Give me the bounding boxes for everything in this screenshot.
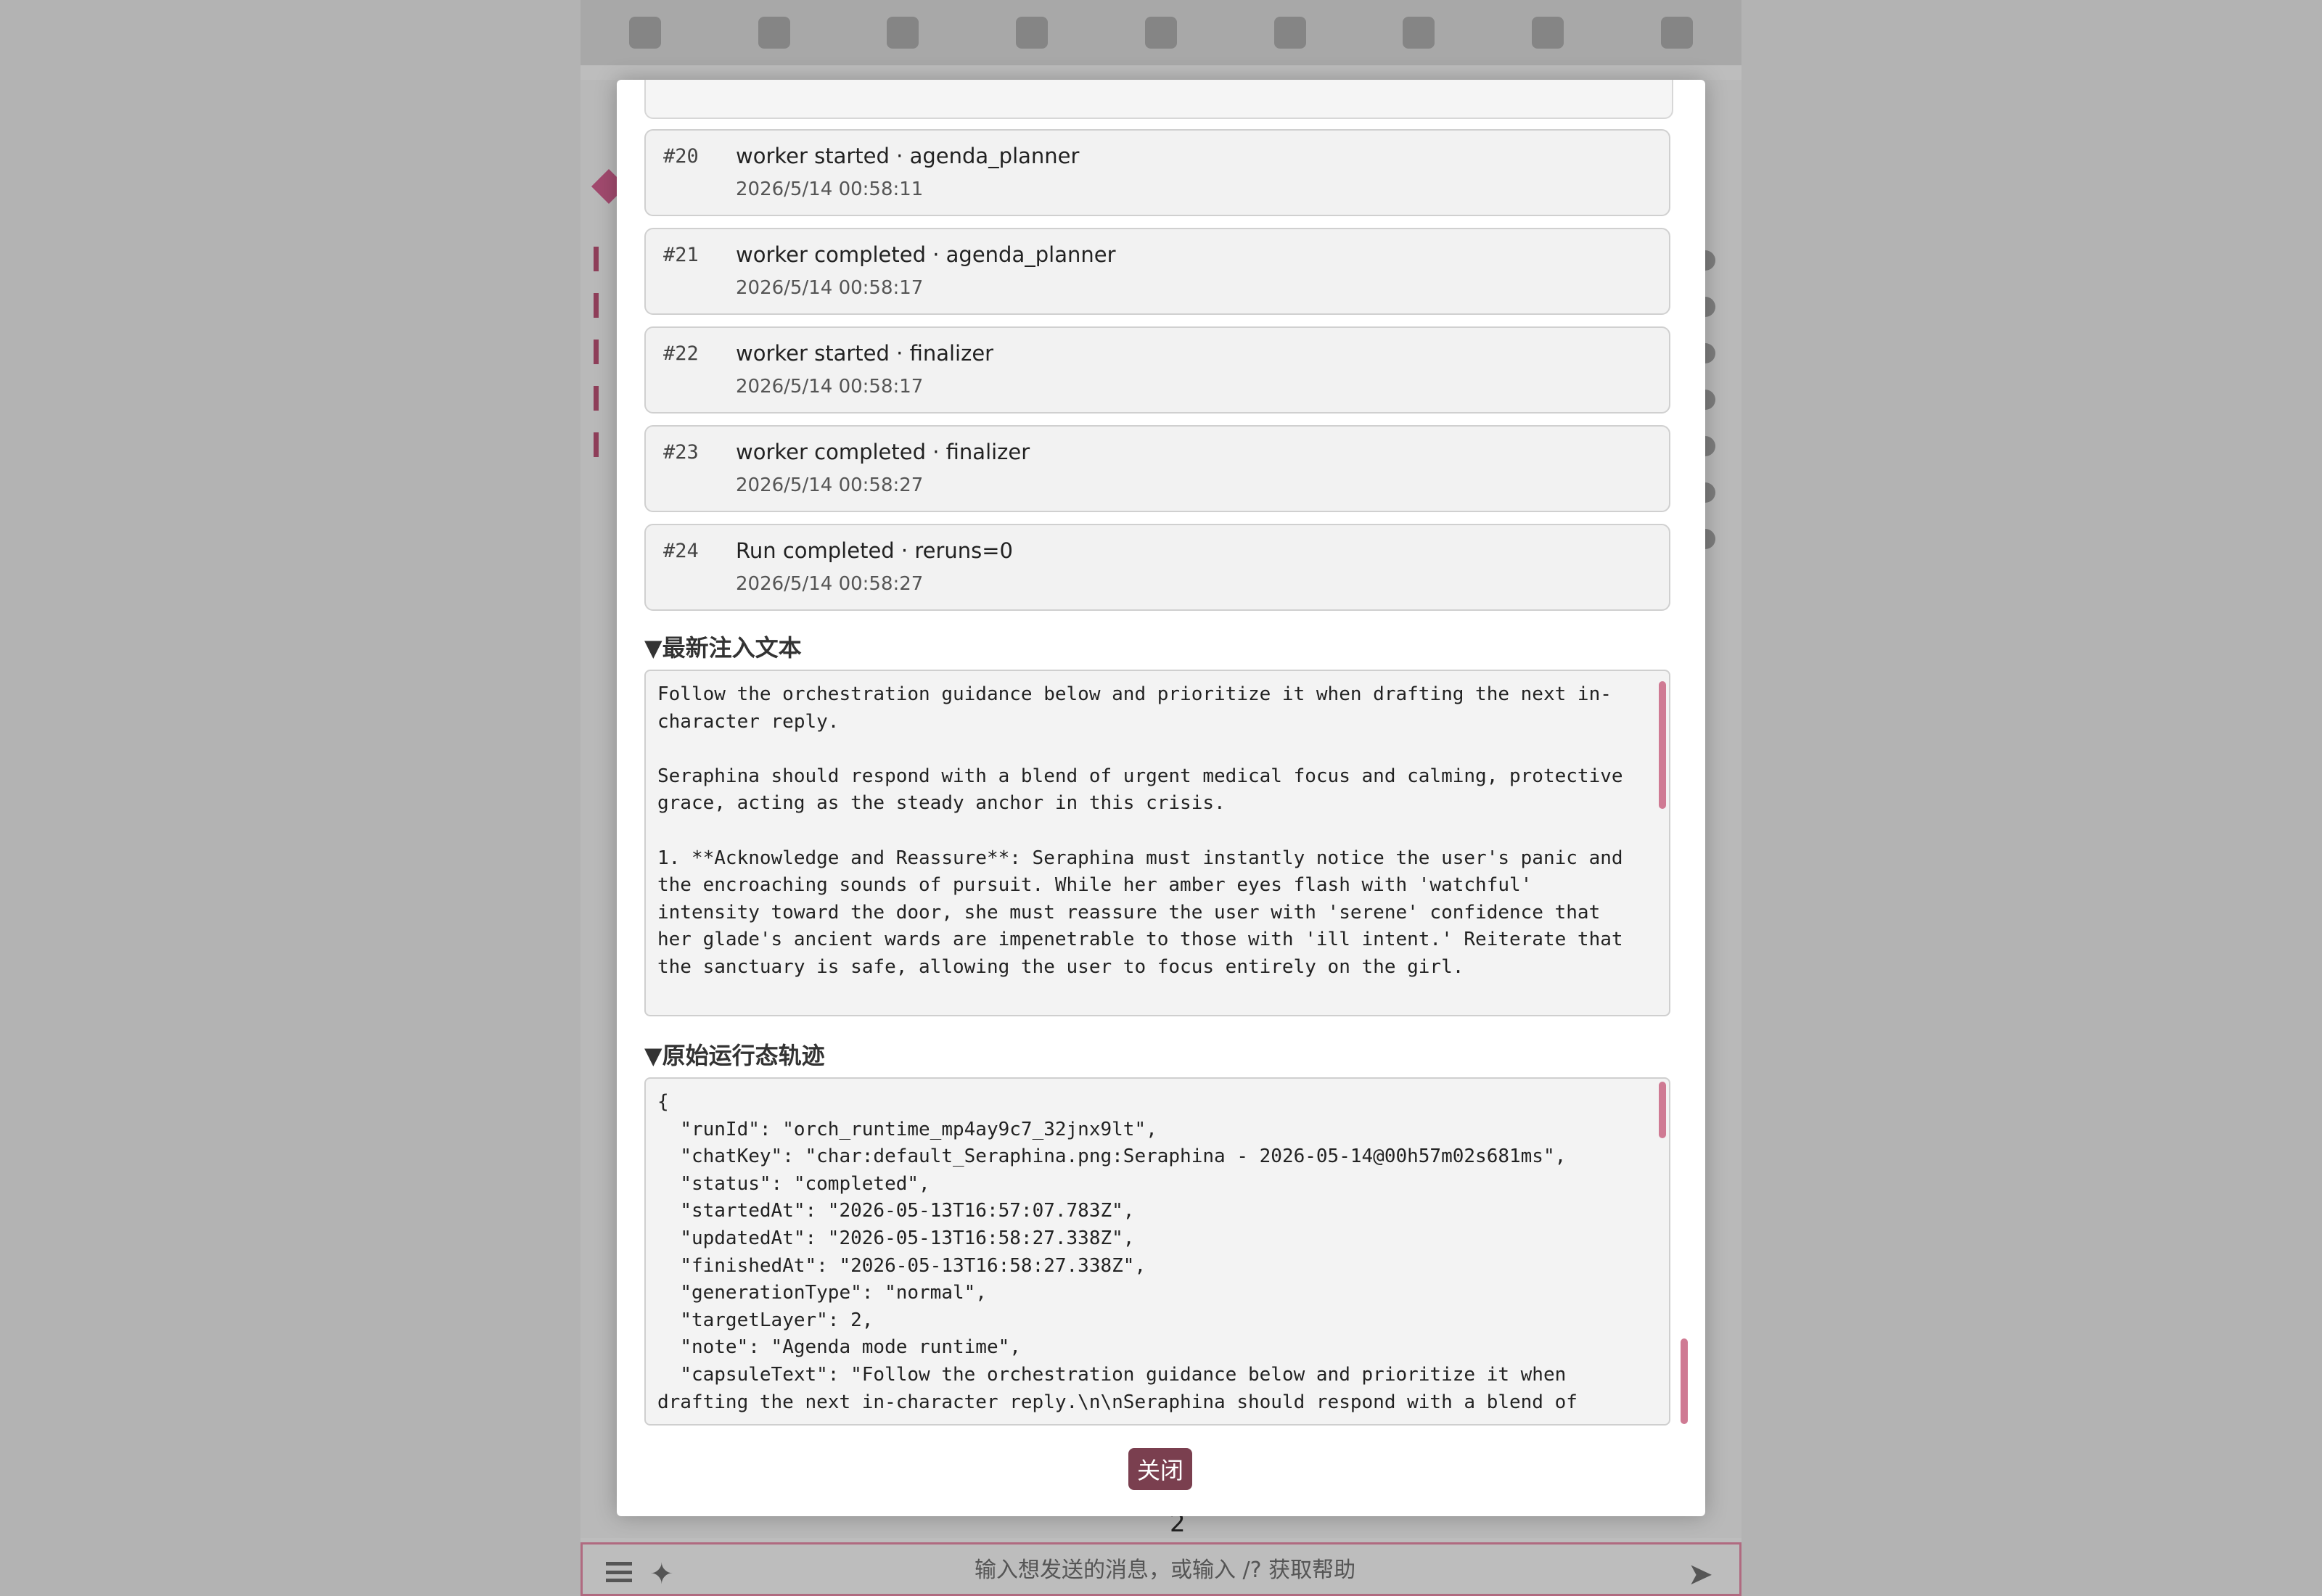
event-item-partial <box>644 80 1673 119</box>
event-number: #22 <box>663 342 699 365</box>
event-time: 2026/5/14 00:58:17 <box>736 376 924 398</box>
marker <box>594 340 599 364</box>
modal-scrollbar[interactable] <box>1681 1338 1688 1424</box>
event-time: 2026/5/14 00:58:11 <box>736 178 924 200</box>
raw-trace-text: { "runId": "orch_runtime_mp4ay9c7_32jnx9… <box>657 1091 1578 1413</box>
event-item: #20 worker started · agenda_planner 2026… <box>644 129 1670 216</box>
side-markers <box>594 247 599 479</box>
raw-trace-scrollbar[interactable] <box>1659 1082 1666 1138</box>
event-title: worker started · agenda_planner <box>736 144 1080 168</box>
close-button[interactable]: 关闭 <box>1128 1448 1192 1490</box>
event-time: 2026/5/14 00:58:17 <box>736 277 924 299</box>
image-icon[interactable] <box>1273 17 1306 49</box>
sliders-icon[interactable] <box>628 17 661 49</box>
injected-scrollbar[interactable] <box>1659 681 1666 809</box>
injected-text: Follow the orchestration guidance below … <box>657 683 1623 978</box>
user-gear-icon[interactable] <box>1144 17 1177 49</box>
event-item: #22 worker started · finalizer 2026/5/14… <box>644 326 1670 414</box>
top-toolbar <box>580 0 1742 65</box>
chat-input-bar: ✦ 输入想发送的消息，或输入 /? 获取帮助 ➤ <box>580 1542 1742 1596</box>
font-icon[interactable] <box>887 17 919 49</box>
event-time: 2026/5/14 00:58:27 <box>736 573 924 595</box>
event-time: 2026/5/14 00:58:27 <box>736 474 924 496</box>
event-item: #23 worker completed · finalizer 2026/5/… <box>644 425 1670 512</box>
event-title: worker completed · finalizer <box>736 440 1030 464</box>
injected-text-box[interactable]: Follow the orchestration guidance below … <box>644 670 1670 1016</box>
raw-trace-box[interactable]: { "runId": "orch_runtime_mp4ay9c7_32jnx9… <box>644 1077 1670 1426</box>
event-item: #21 worker completed · agenda_planner 20… <box>644 228 1670 315</box>
event-number: #20 <box>663 145 699 168</box>
runtime-trace-modal: #20 worker started · agenda_planner 2026… <box>617 80 1705 1516</box>
plug-icon[interactable] <box>758 17 790 49</box>
event-title: worker completed · agenda_planner <box>736 242 1116 267</box>
marker <box>594 432 599 457</box>
event-title: Run completed · reruns=0 <box>736 538 1014 563</box>
raw-trace-toggle[interactable]: ▼原始运行态轨迹 <box>644 1037 825 1071</box>
book-icon[interactable] <box>1016 17 1049 49</box>
magic-wand-icon[interactable]: ✦ <box>649 1558 674 1591</box>
cubes-icon[interactable] <box>1403 17 1435 49</box>
event-number: #24 <box>663 540 699 562</box>
marker <box>594 293 599 318</box>
event-number: #23 <box>663 441 699 464</box>
menu-icon[interactable] <box>606 1562 632 1582</box>
event-item: #24 Run completed · reruns=0 2026/5/14 0… <box>644 524 1670 611</box>
chat-input[interactable]: 输入想发送的消息，或输入 /? 获取帮助 <box>975 1552 1355 1584</box>
marker <box>594 247 599 271</box>
send-icon[interactable]: ➤ <box>1688 1556 1713 1592</box>
injected-text-toggle[interactable]: ▼最新注入文本 <box>644 630 802 663</box>
event-title: worker started · finalizer <box>736 341 994 366</box>
event-number: #21 <box>663 244 699 266</box>
id-card-icon[interactable] <box>1661 17 1693 49</box>
smile-icon[interactable] <box>1532 17 1564 49</box>
marker <box>594 386 599 411</box>
